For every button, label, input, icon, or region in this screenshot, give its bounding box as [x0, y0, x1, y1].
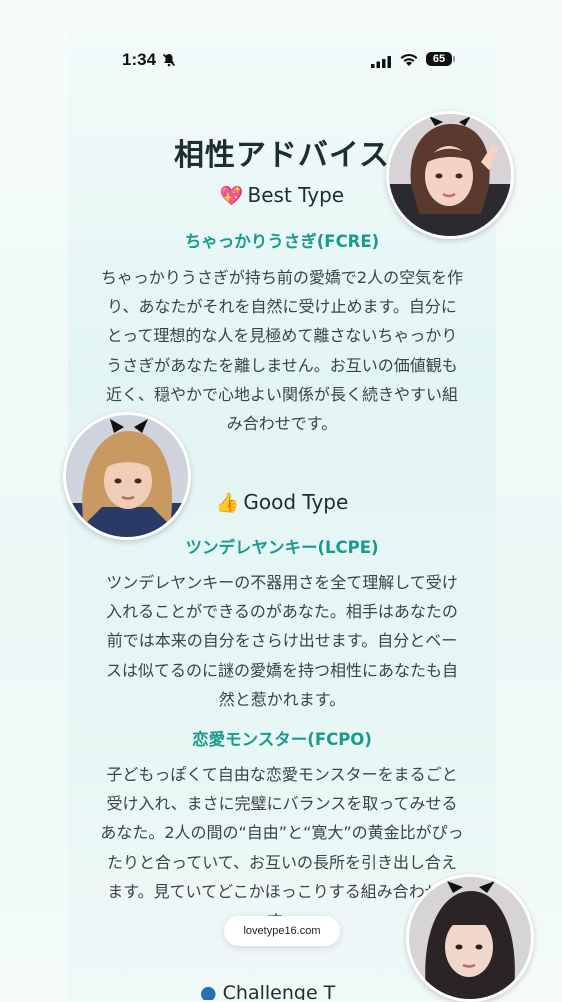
best-type-description: ちゃっかりうさぎが持ち前の愛嬌で2人の空気を作 り、あなたがそれを自然に受け止め…: [82, 263, 482, 438]
description-line: うさぎがあなたを離しません。お互いの価値観も: [106, 355, 458, 375]
description-line: 然と惹かれます。: [218, 689, 346, 709]
avatar-top-right: [386, 111, 514, 239]
description-line: ちゃっかりうさぎが持ち前の愛嬌で2人の空気を作: [100, 268, 464, 287]
website-url-pill[interactable]: lovetype16.com: [224, 916, 340, 946]
description-line: 近く、穏やかで心地よい関係が長く続きやすい組: [105, 384, 458, 404]
avatar-left: [63, 412, 191, 540]
thumbs-up-icon: 👍: [215, 492, 240, 514]
battery-indicator: 65: [426, 52, 452, 66]
good-type-heading-text: Good Type: [243, 490, 349, 514]
status-bar: 1:34 65: [68, 30, 496, 92]
wifi-icon: [399, 52, 419, 71]
silent-bell-icon: [162, 52, 176, 71]
next-section-heading: ● Challenge T: [200, 982, 335, 1000]
avatar-bottom-right: [406, 874, 534, 1002]
description-line: 前では本来の自分をさらけ出せます。自分とベー: [106, 631, 458, 651]
cellular-signal-icon: [371, 53, 391, 72]
description-line: り、あなたがそれを自然に受け止めます。自分に: [107, 297, 457, 317]
battery-tip: [453, 56, 455, 62]
description-line: 子どもっぽくて自由な恋愛モンスターをまるごと: [106, 765, 458, 784]
status-time: 1:34: [122, 50, 157, 69]
description-line: たりと合っていて、お互いの長所を引き出し合え: [107, 852, 457, 872]
good-type-description-1: ツンデレヤンキーの不器用さを全て理解して受け 入れることができるのがあなた。相手…: [82, 568, 482, 714]
description-line: あなた。2人の間の“自由”と“寛大”の黄金比がぴっ: [100, 823, 464, 843]
description-line: 入れることができるのがあなた。相手はあなたの: [106, 602, 458, 622]
sparkling-heart-icon: 💖: [219, 185, 244, 207]
description-line: スは似てるのに謎の愛嬌を持つ相性にあなたも自: [105, 660, 458, 680]
description-line: とって理想的な人を見極めて離さないちゃっかり: [106, 326, 458, 346]
description-line: ツンデレヤンキーの不器用さを全て理解して受け: [106, 573, 458, 592]
best-type-heading-text: Best Type: [247, 183, 345, 207]
next-section-heading-text: Challenge T: [222, 982, 336, 1000]
description-line: 受け入れ、まさに完璧にバランスを取ってみせる: [106, 794, 458, 814]
good-type-name-2: 恋愛モンスター(FCPO): [192, 730, 372, 749]
